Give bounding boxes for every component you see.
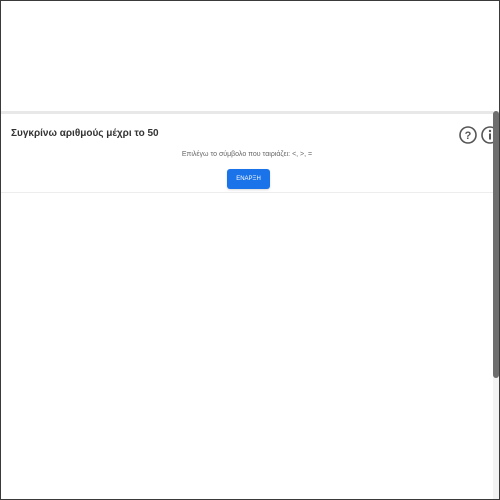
scrollbar-thumb[interactable] [493,111,499,378]
svg-text:?: ? [465,130,472,142]
app-frame: Συγκρίνω αριθμούς μέχρι το 50 ? Επιλέγω … [0,0,500,500]
activity-card: Συγκρίνω αριθμούς μέχρι το 50 ? Επιλέγω … [1,111,499,193]
blank-area [1,1,493,111]
help-icon[interactable]: ? [459,126,477,144]
activity-subtitle: Επιλέγω το σύμβολο που ταιριάζει: <, >, … [181,151,313,158]
activity-title: Συγκρίνω αριθμούς μέχρι το 50 [11,128,159,139]
start-button[interactable]: ΕΝΑΡΞΗ [227,169,270,189]
